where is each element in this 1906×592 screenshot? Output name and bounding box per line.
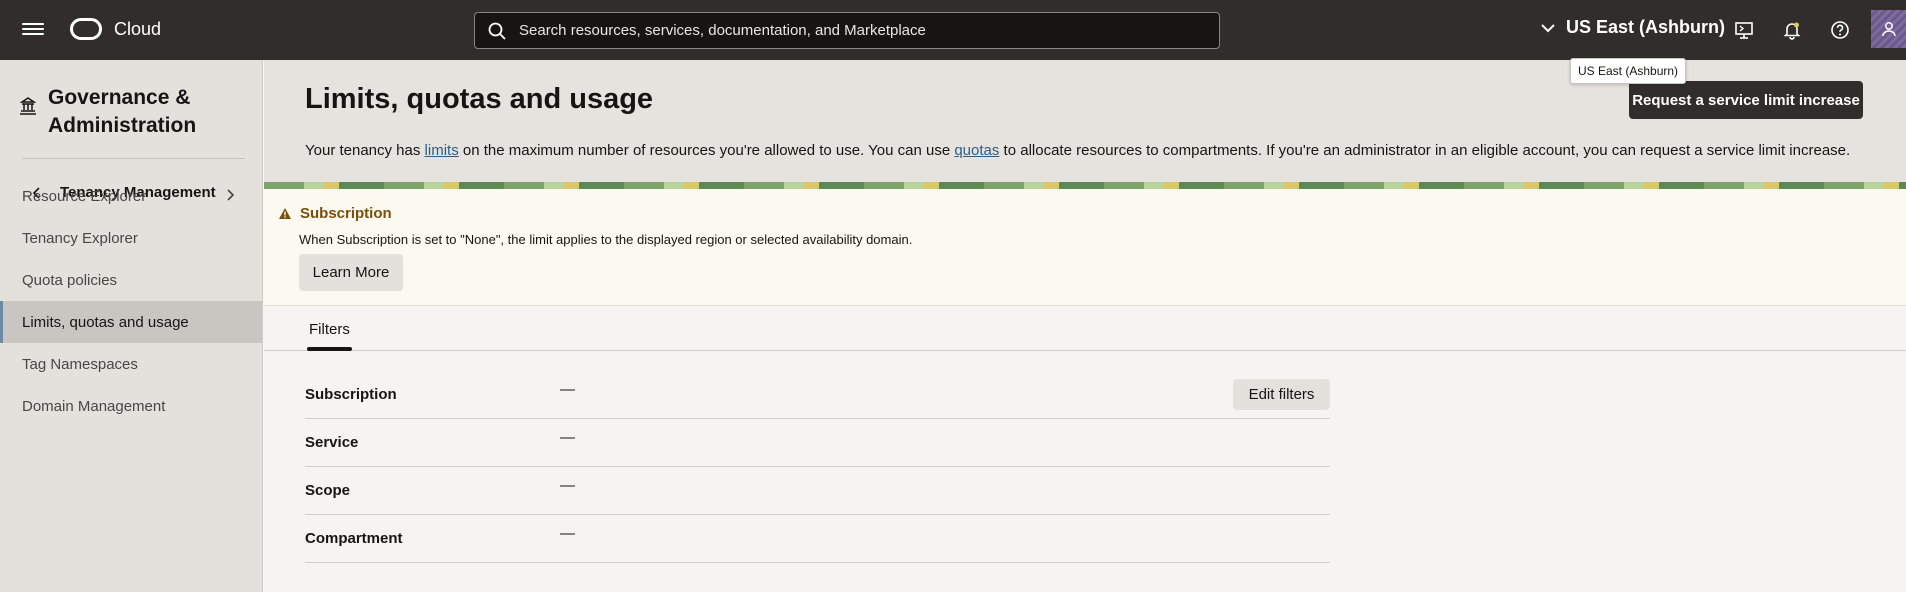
user-icon[interactable] [1871, 10, 1906, 48]
sidebar-item-label: Domain Management [22, 397, 166, 415]
help-icon[interactable] [1828, 18, 1852, 42]
sidebar-item-label: Tag Namespaces [22, 355, 138, 373]
decorative-banner [264, 182, 1906, 189]
notice-body: When Subscription is set to "None", the … [299, 232, 913, 247]
sidebar-item-tenancy-explorer[interactable]: Tenancy Explorer [0, 217, 262, 259]
sidebar-item-label: Quota policies [22, 271, 118, 289]
page-title: Limits, quotas and usage [305, 83, 654, 115]
subscription-notice [264, 189, 1906, 306]
sidebar-item-label: Resource Explorer [22, 187, 147, 205]
desc-text: Your tenancy has [305, 142, 425, 159]
brand-label[interactable]: Cloud [114, 19, 161, 40]
menu-icon[interactable] [22, 20, 44, 40]
learn-more-button[interactable]: Learn More [299, 254, 403, 291]
notice-title: Subscription [279, 205, 392, 222]
tab-filters[interactable]: Filters [309, 321, 350, 338]
desc-text: to allocate resources to compartments. I… [999, 142, 1851, 159]
filter-row-compartment: Compartment — [305, 515, 1330, 563]
governance-icon [19, 97, 37, 115]
filter-value: — [560, 525, 575, 542]
page-description: Your tenancy has limits on the maximum n… [305, 142, 1850, 159]
filter-key: Service [305, 434, 359, 451]
sidebar-item-tag-namespaces[interactable]: Tag Namespaces [0, 343, 262, 385]
sidebar-item-quota-policies[interactable]: Quota policies [0, 259, 262, 301]
limits-link[interactable]: limits [425, 142, 459, 159]
filter-key: Scope [305, 482, 351, 499]
filter-row-scope: Scope — [305, 467, 1330, 515]
sidebar-item-label: Tenancy Explorer [22, 229, 138, 247]
filter-row-subscription: Subscription — [305, 371, 1330, 419]
sidebar-divider [22, 158, 245, 159]
filter-value: — [560, 429, 575, 446]
filter-value: — [560, 381, 575, 398]
sidebar-item-resource-explorer[interactable]: Resource Explorer [0, 175, 262, 217]
sidebar-item-domain-management[interactable]: Domain Management [0, 385, 262, 427]
notice-title-text: Subscription [300, 205, 392, 222]
tab-active-indicator [307, 347, 352, 351]
quotas-link[interactable]: quotas [954, 142, 999, 159]
sidebar: Governance & Administration Tenancy Mana… [0, 60, 263, 592]
warning-icon [279, 208, 291, 219]
region-tooltip: US East (Ashburn) [1570, 58, 1687, 84]
sidebar-item-limits-quotas-usage[interactable]: Limits, quotas and usage [0, 301, 262, 343]
oracle-logo[interactable] [70, 18, 102, 40]
request-limit-increase-button[interactable]: Request a service limit increase [1629, 81, 1863, 119]
region-selector[interactable]: US East (Ashburn) [1540, 17, 1725, 38]
cloud-shell-icon[interactable] [1732, 18, 1756, 42]
filter-row-service: Service — [305, 419, 1330, 467]
search-icon [488, 22, 506, 40]
filter-value: — [560, 477, 575, 494]
sidebar-item-label: Limits, quotas and usage [22, 313, 189, 331]
sidebar-title: Governance & Administration [48, 86, 197, 137]
top-bar: Cloud US East (Ashburn) [0, 0, 1906, 60]
chevron-down-icon [1541, 23, 1555, 32]
region-label: US East (Ashburn) [1566, 17, 1726, 37]
search-input[interactable] [519, 22, 1199, 39]
filter-key: Compartment [305, 530, 403, 547]
chevron-right-icon [227, 189, 235, 201]
tab-bar [264, 306, 1906, 351]
search-bar[interactable] [474, 12, 1220, 49]
desc-text: on the maximum number of resources you'r… [458, 142, 955, 159]
filter-key: Subscription [305, 386, 397, 403]
bell-icon[interactable] [1780, 18, 1804, 42]
sidebar-header: Governance & Administration [18, 84, 228, 140]
